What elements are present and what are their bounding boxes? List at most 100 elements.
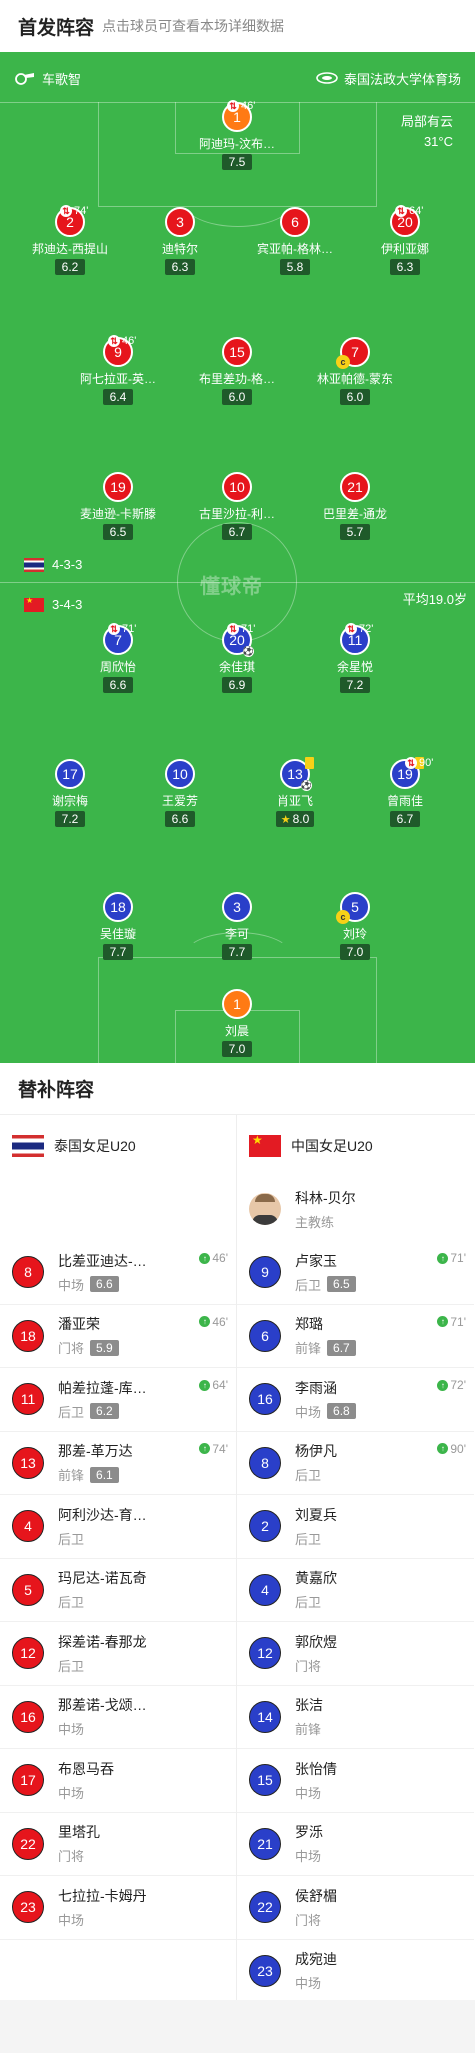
- player-away-18[interactable]: 18 吴佳璇 7.7: [76, 892, 160, 960]
- substitute-row[interactable]: 22 里塔孔 门将: [0, 1813, 236, 1876]
- substitute-row[interactable]: 17 布恩马吞 中场: [0, 1749, 236, 1813]
- substitute-row[interactable]: 11 帕差拉蓬-库… 后卫 6.2 ↑ 64': [0, 1368, 236, 1432]
- away-team-name: 中国女足U20: [291, 1138, 373, 1154]
- player-away-7[interactable]: 7 ⇅ 71' 周欣怡 6.6: [76, 623, 160, 693]
- substitute-row[interactable]: 23 七拉拉-卡姆丹 中场: [0, 1876, 236, 1940]
- player-position: 后卫: [58, 1595, 85, 1611]
- substitute-row[interactable]: 16 李雨涵 中场 6.8 ↑ 72': [237, 1368, 474, 1432]
- player-number: 10: [222, 472, 252, 502]
- substitute-row[interactable]: 8 比差亚迪达-… 中场 6.6 ↑ 46': [0, 1241, 236, 1305]
- player-number: 15: [222, 337, 252, 367]
- player-name: 张怡倩: [295, 1760, 337, 1777]
- player-name: 比差亚迪达-…: [58, 1252, 147, 1269]
- player-rating: 5.7: [340, 524, 370, 540]
- substitute-row[interactable]: 14 张洁 前锋: [237, 1686, 474, 1749]
- player-away-5[interactable]: 5c 刘玲 7.0: [313, 892, 397, 960]
- sub-minute: 71': [241, 623, 256, 635]
- pitch: 懂球帝 车歌智 泰国法政大学体育场 局部有云 31°C 4-3-3 3-4-3 …: [0, 52, 475, 1063]
- substitution-in-icon: ↑: [437, 1379, 449, 1391]
- player-away-1[interactable]: 1 刘晨 7.0: [195, 989, 279, 1057]
- player-away-20[interactable]: 20 ⚽ ⇅ 71' 余佳琪 6.9: [195, 623, 279, 693]
- coach-name: 科林-贝尔: [295, 1189, 356, 1206]
- player-name: 谢宗梅: [51, 794, 88, 808]
- substitute-row[interactable]: 12 探差诺-春那龙 后卫: [0, 1622, 236, 1686]
- footer-spacer: [0, 2000, 475, 2053]
- player-rating: 6.5: [103, 524, 133, 540]
- substitute-row[interactable]: 23 成宛迪 中场: [237, 1940, 474, 2003]
- player-home-9[interactable]: 9 ⇅ 46' 阿七拉亚-英… 6.4: [76, 335, 160, 405]
- player-home-19[interactable]: 19 麦迪逊-卡斯滕 6.5: [76, 472, 160, 540]
- player-position: 前锋: [58, 1468, 85, 1484]
- substitute-row[interactable]: 15 张怡倩 中场: [237, 1749, 474, 1813]
- player-home-2[interactable]: 2 ⇅ 74' 邦迪达-西提山 6.2: [28, 205, 112, 275]
- player-number: 6: [249, 1319, 281, 1352]
- substitute-row[interactable]: 13 那差-革万达 前锋 6.1 ↑ 74': [0, 1432, 236, 1495]
- coach-role: 主教练: [295, 1214, 335, 1230]
- player-name: 玛尼达-诺瓦奇: [58, 1570, 147, 1587]
- player-away-11[interactable]: 11 ⇅ 72' 余星悦 7.2: [313, 623, 397, 693]
- player-number: 13: [12, 1446, 44, 1479]
- substitute-row[interactable]: 8 杨伊凡 后卫 ↑ 90': [237, 1432, 474, 1495]
- player-home-1[interactable]: 1 ⇅ 46' 阿迪玛-汶布… 7.5: [195, 100, 279, 170]
- substitution-out-icon: ⇅: [227, 100, 239, 112]
- player-name: 七拉拉-卡姆丹: [58, 1887, 147, 1904]
- player-away-10[interactable]: 10 王爱芳 6.6: [138, 759, 222, 827]
- player-number: 10: [165, 759, 195, 789]
- substitute-row[interactable]: 18 潘亚荣 门将 5.9 ↑ 46': [0, 1305, 236, 1368]
- player-away-19[interactable]: 19 ⇅ 90' 曾雨佳 6.7: [363, 757, 447, 827]
- player-rating: ★ 8.0: [275, 811, 315, 827]
- substitute-row[interactable]: 2 刘夏兵 后卫: [237, 1495, 474, 1559]
- avatar: [249, 1193, 281, 1225]
- away-subs-column: 中国女足U20 科林-贝尔 主教练 9 卢家玉后卫 6.5 ↑71' 6 郑璐前锋 6.7 ↑…: [237, 1115, 474, 2003]
- substitute-row[interactable]: 4 阿利沙达-育… 后卫: [0, 1495, 236, 1559]
- player-name: 阿七拉亚-英…: [80, 372, 156, 386]
- player-home-6[interactable]: 6 宾亚帕-格林… 5.8: [253, 207, 337, 275]
- substitution-in-icon: ↑: [199, 1252, 211, 1264]
- player-name: 黄嘉欣: [295, 1570, 337, 1587]
- player-position: 前锋: [295, 1341, 322, 1357]
- sub-minute: 74': [74, 205, 89, 217]
- substitute-row[interactable]: 5 玛尼达-诺瓦奇 后卫: [0, 1559, 236, 1622]
- subs-title: 替补阵容: [0, 1063, 475, 1115]
- substitute-row[interactable]: 21 罗泺 中场: [237, 1813, 474, 1876]
- player-home-20[interactable]: 20 ⇅ 64' 伊利亚娜 6.3: [363, 205, 447, 275]
- player-away-3[interactable]: 3 李可 7.7: [195, 892, 279, 960]
- sub-in-minute: ↑ 64': [199, 1378, 228, 1392]
- player-home-7[interactable]: 7c 林亚帕德-蒙东 6.0: [313, 337, 397, 405]
- player-home-3[interactable]: 3 迪特尔 6.3: [138, 207, 222, 275]
- player-home-21[interactable]: 21 巴里差-通龙 5.7: [313, 472, 397, 540]
- substitute-row[interactable]: 12 郭欣煜 门将: [237, 1622, 474, 1686]
- player-away-17[interactable]: 17 谢宗梅 7.2: [28, 759, 112, 827]
- substitute-row[interactable]: 9 卢家玉 后卫 6.5 ↑ 71': [237, 1241, 474, 1305]
- player-name: 那差-革万达: [58, 1443, 133, 1460]
- player-name: 古里沙拉-利…: [199, 507, 275, 521]
- player-position: 后卫: [295, 1595, 322, 1611]
- whistle-icon: [14, 71, 36, 85]
- player-away-13[interactable]: 13 ⚽ 肖亚飞 ★ 8.0: [253, 757, 337, 827]
- player-number: 1: [222, 989, 252, 1019]
- sub-in-minute: ↑ 72': [437, 1378, 466, 1392]
- substitute-row[interactable]: 22 侯舒楣 门将: [237, 1876, 474, 1940]
- away-formation-text: 3-4-3: [52, 597, 83, 612]
- player-number: 7c: [336, 337, 370, 369]
- player-name: 张洁: [295, 1697, 323, 1714]
- substitute-row[interactable]: 4 黄嘉欣 后卫: [237, 1559, 474, 1622]
- player-position: 门将: [58, 1341, 85, 1357]
- player-rating: 6.8: [327, 1403, 356, 1420]
- goal-ball-icon: ⚽: [242, 646, 255, 657]
- player-name: 郭欣煜: [295, 1633, 337, 1650]
- substitution-in-icon: ↑: [199, 1443, 211, 1454]
- player-name: 布里差功-格…: [199, 372, 275, 386]
- stadium-icon: [316, 71, 338, 85]
- referee-info: 车歌智: [14, 69, 81, 88]
- substitute-row[interactable]: 6 郑璐 前锋 6.7 ↑ 71': [237, 1305, 474, 1368]
- coach-row[interactable]: 科林-贝尔 主教练: [237, 1177, 474, 1241]
- player-home-10[interactable]: 10 古里沙拉-利… 6.7: [195, 472, 279, 540]
- player-number: 5: [12, 1573, 44, 1606]
- substitution-in-icon: ↑: [437, 1252, 449, 1264]
- player-position: 中场: [295, 1849, 322, 1865]
- player-rating: 6.6: [165, 811, 195, 827]
- player-home-15[interactable]: 15 布里差功-格… 6.0: [195, 337, 279, 405]
- substitute-row[interactable]: 16 那差诺-戈颂… 中场: [0, 1686, 236, 1749]
- player-rating: 6.5: [327, 1276, 356, 1293]
